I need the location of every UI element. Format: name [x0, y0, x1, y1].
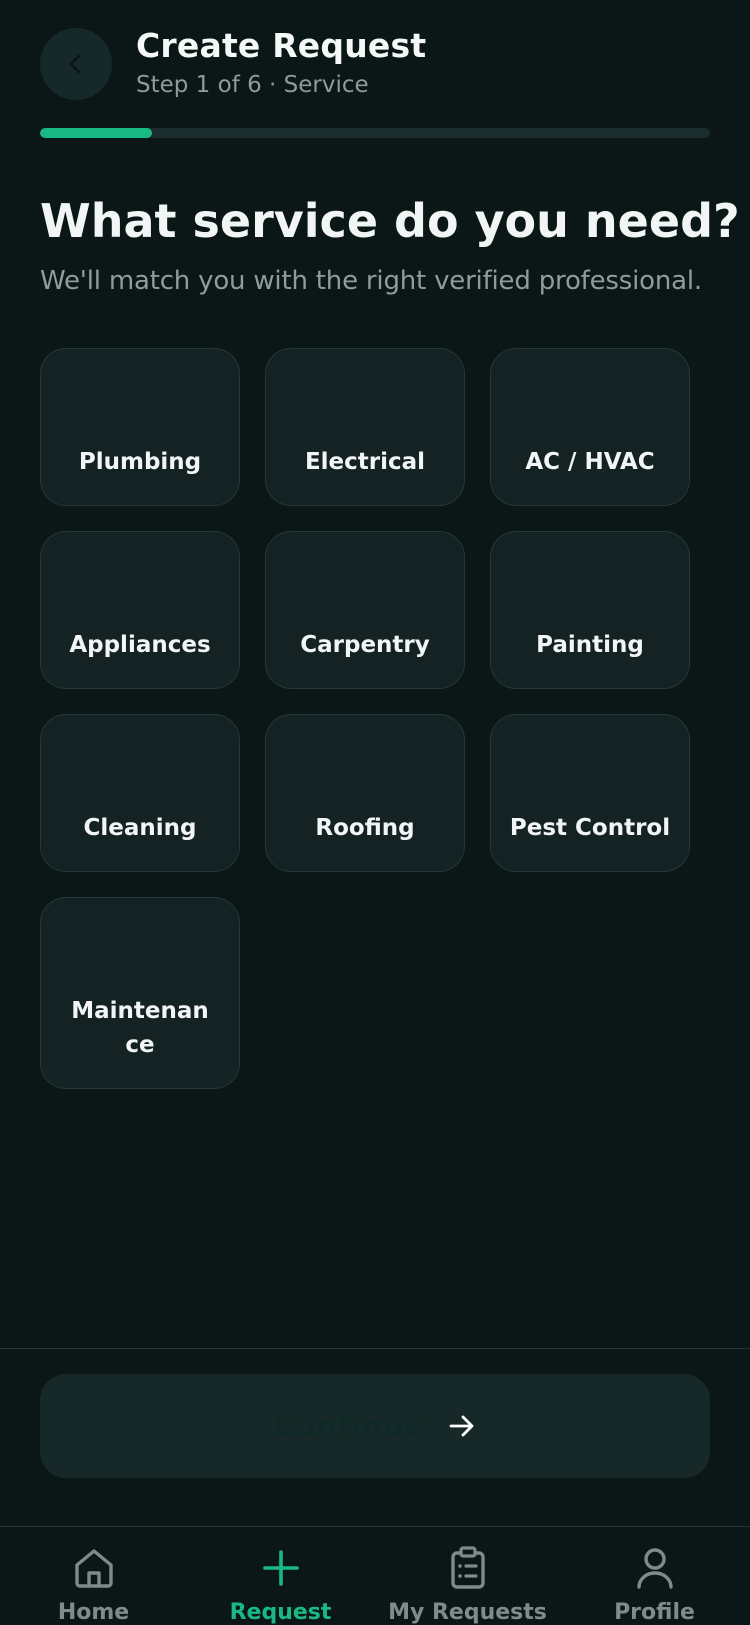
step-indicator: Step 1 of 6 · Service	[136, 72, 369, 98]
service-tile-label: Cleaning	[83, 815, 197, 841]
service-tile-appliances[interactable]: Appliances	[40, 531, 240, 689]
footer-divider	[0, 1348, 750, 1349]
header: Create Request Step 1 of 6 · Service	[0, 0, 750, 140]
nav-item-request[interactable]: Request	[187, 1527, 374, 1625]
service-tile-label: Electrical	[304, 449, 426, 475]
home-icon	[74, 1548, 113, 1588]
back-button[interactable]	[40, 28, 112, 100]
service-tile-painting[interactable]: Painting	[490, 531, 690, 689]
nav-item-profile[interactable]: Profile	[561, 1527, 748, 1625]
service-tile-label: Pest Control	[509, 815, 671, 841]
page-title: Create Request	[136, 26, 427, 65]
service-tile-ac-hvac[interactable]: AC / HVAC	[490, 348, 690, 506]
service-tile-plumbing[interactable]: Plumbing	[40, 348, 240, 506]
service-tile-maintenance[interactable]: Maintenance	[40, 897, 240, 1089]
service-tile-roofing[interactable]: Roofing	[265, 714, 465, 872]
bottom-nav: Home Request My Requests Profile	[0, 1526, 750, 1625]
question-subtitle: We'll match you with the right verified …	[40, 266, 702, 296]
question-heading: What service do you need?	[40, 194, 740, 248]
service-tile-carpentry[interactable]: Carpentry	[265, 531, 465, 689]
progress-bar-fill	[40, 128, 152, 138]
service-tile-label: Painting	[536, 632, 644, 658]
nav-item-home[interactable]: Home	[0, 1527, 187, 1625]
arrow-right-icon	[449, 1415, 474, 1437]
service-tile-label: Carpentry	[300, 632, 430, 658]
plus-icon	[262, 1549, 299, 1586]
service-grid: Plumbing Electrical AC / HVAC Appliances…	[40, 348, 692, 1089]
nav-label: Home	[57, 1600, 130, 1625]
chevron-left-icon	[69, 54, 81, 74]
nav-label: Profile	[614, 1600, 695, 1625]
clipboard-icon	[450, 1545, 485, 1589]
service-tile-label: Maintenance	[71, 998, 209, 1058]
service-tile-cleaning[interactable]: Cleaning	[40, 714, 240, 872]
service-tile-label: Plumbing	[78, 449, 202, 475]
nav-label: My Requests	[388, 1600, 547, 1625]
service-tile-label: AC / HVAC	[525, 449, 655, 475]
progress-bar	[40, 128, 710, 138]
service-tile-electrical[interactable]: Electrical	[265, 348, 465, 506]
nav-item-my-requests[interactable]: My Requests	[374, 1527, 561, 1625]
service-tile-label: Appliances	[69, 632, 211, 658]
service-tile-pest-control[interactable]: Pest Control	[490, 714, 690, 872]
nav-label: Request	[229, 1600, 332, 1625]
service-tile-label: Roofing	[315, 815, 415, 841]
continue-label: Continue	[273, 1408, 425, 1444]
continue-button[interactable]: Continue	[40, 1374, 710, 1478]
user-icon	[636, 1547, 673, 1589]
